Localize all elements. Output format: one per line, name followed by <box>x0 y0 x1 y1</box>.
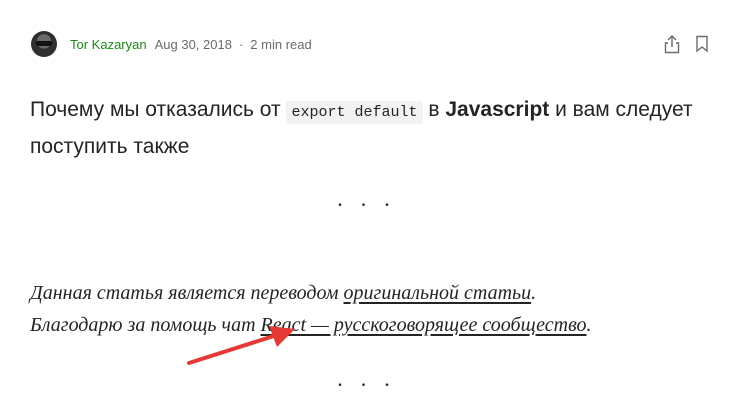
section-divider-bottom: ... <box>337 366 408 391</box>
section-divider: ... <box>337 186 408 211</box>
bookmark-icon[interactable] <box>695 35 709 53</box>
title-text-part2: в <box>428 98 440 121</box>
react-community-link[interactable]: React — русскоговорящее сообщество <box>261 314 587 336</box>
original-article-link[interactable]: оригинальной статьи <box>344 282 532 304</box>
line1-suffix: . <box>531 282 537 304</box>
annotation-arrow-icon <box>187 326 295 365</box>
translation-line-2: Благодарю за помощь чат React — русского… <box>30 309 730 341</box>
title-bold: Javascript <box>445 98 550 121</box>
article-title: Почему мы отказались от export default в… <box>30 93 720 164</box>
translation-line-1: Данная статья является переводом оригина… <box>30 277 730 309</box>
meta-separator: · <box>238 36 244 52</box>
share-icon[interactable] <box>663 34 681 54</box>
publish-date: Aug 30, 2018 <box>154 36 232 52</box>
author-avatar[interactable] <box>31 31 57 57</box>
translation-note: Данная статья является переводом оригина… <box>30 277 730 341</box>
article-actions <box>663 34 709 54</box>
line1-prefix: Данная статья является переводом <box>30 282 339 304</box>
read-time: 2 min read <box>250 36 312 52</box>
article-meta: Tor Kazaryan Aug 30, 2018 · 2 min read <box>31 30 709 58</box>
author-name-link[interactable]: Tor Kazaryan <box>70 37 147 52</box>
title-code: export default <box>286 101 423 124</box>
line2-suffix: . <box>586 314 592 336</box>
title-text-part1: Почему мы отказались от <box>30 98 281 121</box>
